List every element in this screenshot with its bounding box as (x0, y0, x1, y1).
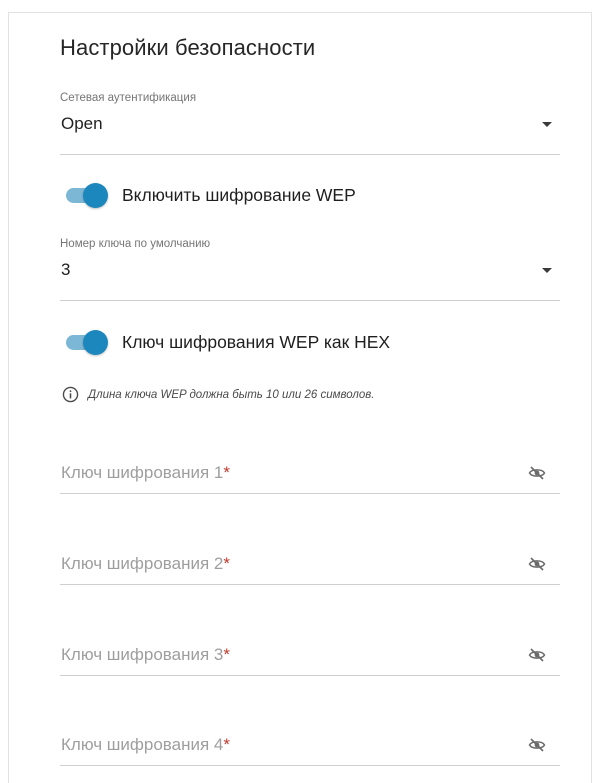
key-field-placeholder: Ключ шифрования 1* (61, 463, 230, 482)
default-key-value: 3 (61, 260, 71, 279)
eye-off-icon[interactable] (528, 646, 546, 664)
required-mark: * (223, 645, 230, 664)
chevron-down-icon (542, 268, 552, 273)
default-key-select[interactable]: Номер ключа по умолчанию 3 (60, 238, 560, 301)
chevron-down-icon (542, 122, 552, 127)
key-field-placeholder: Ключ шифрования 2* (61, 554, 230, 573)
wep-enable-toggle[interactable] (66, 182, 108, 208)
toggle-knob (83, 183, 108, 208)
hex-row: Ключ шифрования WEP как HEX (66, 328, 390, 356)
wep-length-hint: Длина ключа WEP должна быть 10 или 26 си… (62, 386, 374, 403)
wep-enable-label: Включить шифрование WEP (122, 184, 356, 205)
hex-toggle[interactable] (66, 329, 108, 355)
key-field-placeholder: Ключ шифрования 4* (61, 735, 230, 754)
key-field-3[interactable]: Ключ шифрования 3* (60, 639, 560, 676)
key-field-placeholder: Ключ шифрования 3* (61, 645, 230, 664)
key-field-1[interactable]: Ключ шифрования 1* (60, 457, 560, 494)
default-key-label: Номер ключа по умолчанию (60, 238, 211, 250)
eye-off-icon[interactable] (528, 736, 546, 754)
required-mark: * (223, 554, 230, 573)
required-mark: * (223, 463, 230, 482)
key-field-4[interactable]: Ключ шифрования 4* (60, 729, 560, 766)
hex-toggle-label: Ключ шифрования WEP как HEX (122, 331, 391, 352)
eye-off-icon[interactable] (528, 555, 546, 573)
section-title: Настройки безопасности (60, 35, 316, 60)
required-mark: * (223, 735, 230, 754)
wep-enable-row: Включить шифрование WEP (66, 181, 356, 209)
key-field-2[interactable]: Ключ шифрования 2* (60, 548, 560, 585)
hint-text: Длина ключа WEP должна быть 10 или 26 си… (88, 388, 375, 401)
auth-select-label: Сетевая аутентификация (60, 92, 197, 104)
auth-select[interactable]: Сетевая аутентификация Open (60, 92, 560, 155)
toggle-knob (83, 330, 108, 355)
auth-select-value: Open (61, 114, 103, 133)
eye-off-icon[interactable] (528, 464, 546, 482)
info-icon (62, 386, 79, 403)
